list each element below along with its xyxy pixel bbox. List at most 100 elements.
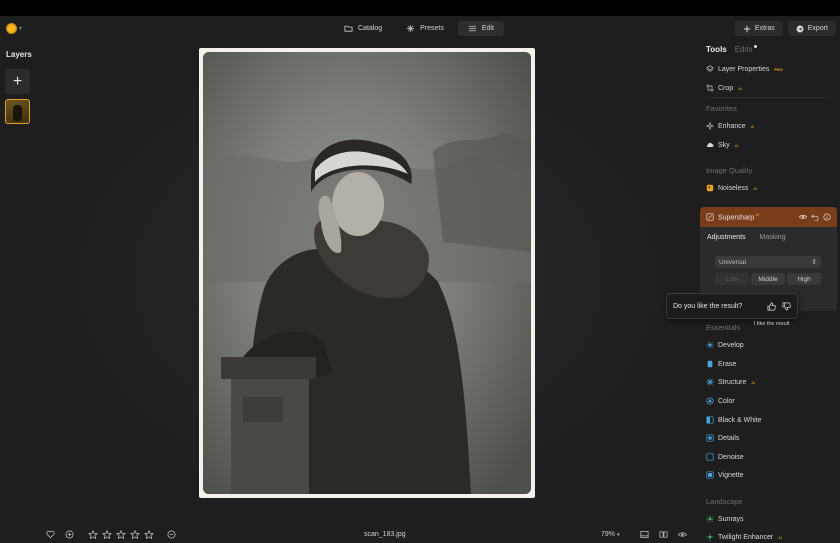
sunrays-icon: [706, 515, 714, 523]
catalog-tab-label: Catalog: [358, 25, 383, 32]
star-icon[interactable]: [144, 530, 154, 540]
supersharp-icon: [706, 213, 714, 221]
star-icon[interactable]: [116, 530, 126, 540]
star-icon[interactable]: [88, 530, 98, 540]
tool-color[interactable]: Color: [706, 397, 735, 405]
zoom-value: 79%: [601, 531, 616, 538]
supersharp-title-text: Supersharp: [718, 214, 755, 222]
layers-icon: [706, 65, 714, 73]
tool-details[interactable]: Details: [706, 434, 739, 442]
tab-masking[interactable]: Masking: [760, 234, 786, 241]
star-icon[interactable]: [130, 530, 140, 540]
tool-sunrays[interactable]: Sunrays: [706, 515, 744, 523]
vignette-icon: [706, 471, 714, 479]
tool-label: Black & White: [718, 416, 762, 424]
window-titlebar: [0, 0, 840, 16]
edits-indicator-dot: [753, 45, 757, 48]
export-button[interactable]: Export: [787, 21, 836, 36]
tool-erase[interactable]: Erase: [706, 360, 736, 368]
tool-enhance[interactable]: Enhance AI: [706, 122, 754, 130]
layer-thumbnail[interactable]: [5, 99, 30, 124]
tool-layer-properties[interactable]: Layer Properties PRO: [706, 65, 783, 73]
thumbs-up-tooltip: I like the result: [754, 321, 790, 327]
circle-minus-icon: [167, 530, 176, 539]
photo-content: [203, 52, 531, 494]
chevron-down-icon: ▾: [19, 25, 23, 32]
mode-switcher: Catalog Presets Edit: [334, 21, 504, 36]
star-icon[interactable]: [102, 530, 112, 540]
presets-tab-label: Presets: [420, 25, 444, 32]
panel-tabs: Tools Edits: [706, 45, 757, 54]
flag-button[interactable]: [65, 530, 74, 539]
thumbs-up-icon[interactable]: [767, 302, 776, 311]
feedback-question: Do you like the result?: [673, 302, 743, 310]
pro-badge: PRO: [774, 66, 784, 72]
enhance-icon: [706, 122, 714, 130]
filmstrip-icon: [640, 530, 649, 539]
tool-label: Twilight Enhancer: [718, 533, 774, 541]
tool-sky[interactable]: Sky AI: [706, 141, 738, 149]
eye-icon: [678, 532, 687, 537]
photo-image[interactable]: [203, 52, 531, 494]
thumbs-down-icon[interactable]: [782, 302, 791, 311]
add-layer-button[interactable]: +: [5, 69, 30, 94]
section-image-quality: Image Quality: [706, 166, 753, 175]
tool-label: Develop: [718, 341, 744, 349]
eye-icon[interactable]: [799, 213, 807, 221]
top-right-actions: Extras Export: [734, 21, 836, 36]
compare-toggle[interactable]: [659, 530, 668, 539]
sun-logo-icon: [6, 22, 17, 34]
ai-badge: AI: [738, 85, 742, 91]
supersharp-mode-select[interactable]: Universal ⇕: [715, 256, 821, 268]
file-name: scan_183.jpg: [364, 531, 406, 538]
tool-black-white[interactable]: Black & White: [706, 416, 762, 424]
noiseless-icon: [706, 184, 714, 192]
reject-button[interactable]: [167, 530, 176, 539]
ai-badge: AI: [751, 379, 756, 385]
supersharp-header[interactable]: SupersharpAI: [700, 207, 837, 227]
cloud-icon: [706, 141, 714, 149]
app-menu-button[interactable]: ▾: [6, 21, 28, 35]
filmstrip-toggle[interactable]: [640, 530, 649, 539]
ai-badge: AI: [753, 185, 758, 191]
supersharp-level-segmented: Low Middle High: [715, 273, 821, 285]
tool-denoise[interactable]: Denoise: [706, 453, 744, 461]
panel-divider: [706, 97, 830, 98]
heart-icon: [46, 530, 55, 539]
sparkle-icon: [407, 24, 415, 33]
tool-label: Erase: [718, 360, 737, 368]
catalog-tab[interactable]: Catalog: [334, 21, 392, 36]
export-icon: [796, 25, 804, 32]
edit-tab[interactable]: Edit: [457, 21, 504, 36]
extras-button[interactable]: Extras: [734, 21, 783, 36]
tool-crop[interactable]: Crop AI: [706, 84, 742, 92]
presets-tab[interactable]: Presets: [396, 21, 454, 36]
tool-noiseless[interactable]: Noiseless AI: [706, 184, 757, 192]
crop-icon: [706, 84, 714, 92]
supersharp-tabs: Adjustments Masking: [700, 227, 837, 241]
level-middle-button[interactable]: Middle: [751, 273, 785, 285]
tab-edits-label: Edits: [734, 45, 753, 54]
info-icon[interactable]: [823, 213, 831, 221]
section-favorites: Favorites: [706, 104, 737, 113]
tool-develop[interactable]: Develop: [706, 341, 744, 349]
tab-tools[interactable]: Tools: [706, 45, 727, 54]
ai-badge: AI: [734, 142, 739, 148]
level-high-button[interactable]: High: [787, 273, 821, 285]
updown-chevron-icon: ⇕: [811, 259, 817, 266]
tool-label: Sunrays: [718, 515, 744, 523]
tab-edits[interactable]: Edits: [734, 45, 757, 54]
tool-structure[interactable]: Structure AI: [706, 378, 755, 386]
zoom-dropdown[interactable]: 79% ▾: [601, 531, 619, 538]
tool-vignette[interactable]: Vignette: [706, 471, 744, 479]
tab-adjustments[interactable]: Adjustments: [707, 234, 746, 241]
preview-toggle[interactable]: [678, 530, 687, 539]
undo-icon[interactable]: [811, 213, 819, 221]
tool-twilight-enhancer[interactable]: Twilight Enhancer AI: [706, 533, 782, 541]
twilight-icon: [706, 533, 714, 541]
circle-plus-icon: [65, 530, 74, 539]
favorite-button[interactable]: [46, 530, 55, 539]
tool-label: Noiseless: [718, 184, 749, 192]
level-low-button[interactable]: Low: [715, 273, 749, 285]
tool-label: Vignette: [718, 471, 744, 479]
